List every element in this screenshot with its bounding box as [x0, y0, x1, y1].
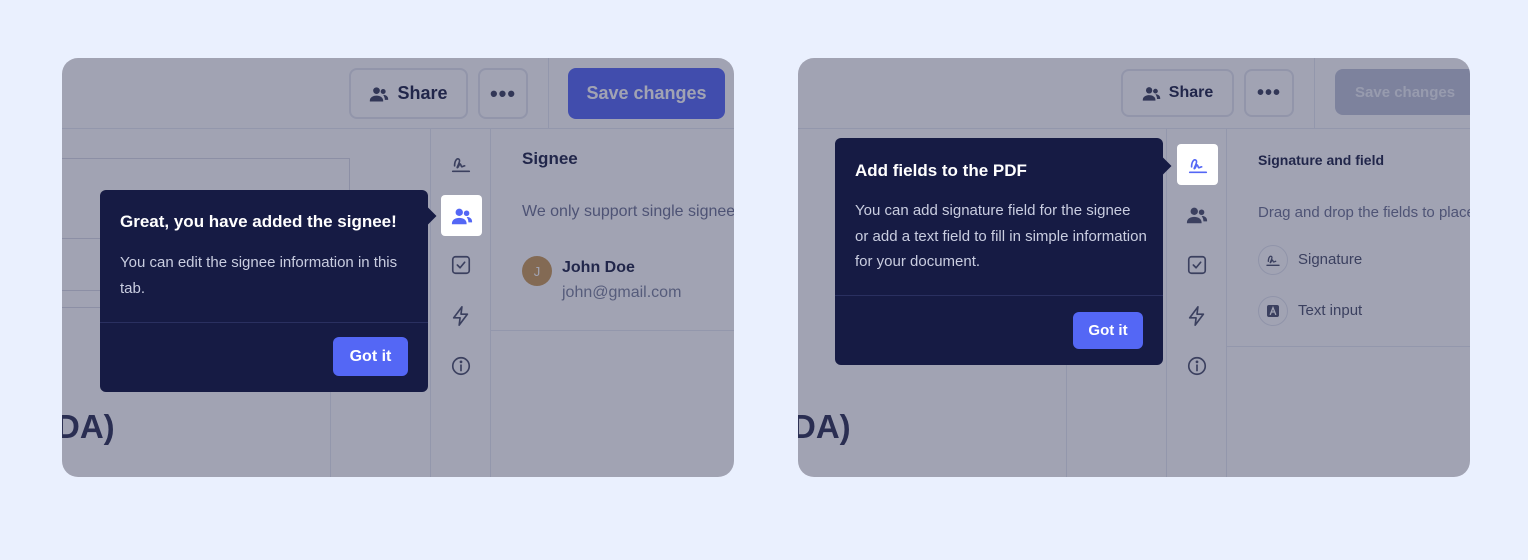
signature-icon — [451, 158, 471, 173]
share-button[interactable]: Share — [349, 68, 468, 119]
info-tab[interactable] — [441, 346, 481, 386]
share-label: Share — [1168, 84, 1214, 101]
panel-title: Signature and field — [1258, 152, 1385, 168]
users-icon — [369, 84, 389, 104]
field-signature-label: Signature — [1298, 251, 1363, 268]
more-options-button[interactable]: ••• — [478, 68, 528, 119]
users-icon — [1142, 84, 1161, 103]
highlighted-signee-tab[interactable] — [441, 195, 482, 236]
tooltip-body: You can add signature field for the sign… — [855, 202, 1147, 270]
signature-icon — [1188, 158, 1207, 173]
tooltip-title: Add fields to the PDF — [855, 161, 1027, 180]
share-label: Share — [397, 83, 448, 103]
save-changes-label: Save changes — [1355, 83, 1456, 101]
field-text-input[interactable]: Text input — [1258, 296, 1470, 326]
info-icon — [1187, 356, 1207, 376]
signee-name: John Doe — [562, 259, 635, 276]
field-text-input-label: Text input — [1298, 302, 1363, 319]
share-button[interactable]: Share — [1121, 69, 1234, 117]
save-changes-label: Save changes — [586, 83, 707, 103]
checkbox-tab[interactable] — [441, 245, 481, 285]
text-input-icon — [1258, 296, 1288, 326]
document-text: DA) — [798, 408, 851, 445]
signee-tab[interactable] — [1177, 195, 1217, 235]
tooltip-title: Great, you have added the signee! — [120, 212, 397, 231]
checkbox-icon — [451, 255, 471, 275]
signature-icon — [1258, 245, 1288, 275]
panel-description: Drag and drop the fields to place — [1258, 204, 1470, 221]
got-it-button[interactable]: Got it — [1073, 312, 1143, 349]
onboarding-tooltip: #card-a .tooltip::after { top:20px; } Gr… — [100, 190, 428, 392]
onboarding-tooltip: #card-b .tooltip::after { top:22px; } Ad… — [835, 138, 1163, 365]
field-signature[interactable]: Signature — [1258, 245, 1470, 275]
info-icon — [451, 356, 471, 376]
tooltip-body: You can edit the signee information in t… — [120, 254, 398, 297]
checkbox-icon — [1187, 255, 1207, 275]
panel-description: We only support single signee — [522, 203, 734, 220]
info-tab[interactable] — [1177, 346, 1217, 386]
got-it-button[interactable]: Got it — [333, 337, 408, 376]
signee-email: john@gmail.com — [562, 284, 682, 301]
automation-tab[interactable] — [1177, 296, 1217, 336]
lightning-icon — [1188, 306, 1205, 326]
automation-tab[interactable] — [441, 296, 481, 336]
signature-tab[interactable] — [441, 144, 481, 184]
checkbox-tab[interactable] — [1177, 245, 1217, 285]
ellipsis-icon: ••• — [1256, 82, 1281, 104]
panel-title: Signee — [522, 149, 578, 168]
users-icon — [451, 208, 472, 224]
highlighted-signature-tab[interactable] — [1177, 144, 1218, 185]
users-icon — [1186, 207, 1208, 224]
save-changes-button[interactable]: Save changes — [568, 68, 725, 119]
document-text: DA) — [62, 408, 115, 445]
ellipsis-icon: ••• — [489, 80, 517, 106]
signature-field-tab-screen: DA) Share ••• Save changes Signature and… — [798, 58, 1470, 477]
avatar-initial: J — [533, 263, 541, 279]
avatar: J — [522, 256, 552, 286]
more-options-button[interactable]: ••• — [1244, 69, 1294, 117]
lightning-icon — [452, 306, 469, 326]
signee-tab-screen: DA) Share ••• Save changes Signee We onl… — [62, 58, 734, 477]
save-changes-button[interactable]: Save changes — [1335, 69, 1470, 115]
